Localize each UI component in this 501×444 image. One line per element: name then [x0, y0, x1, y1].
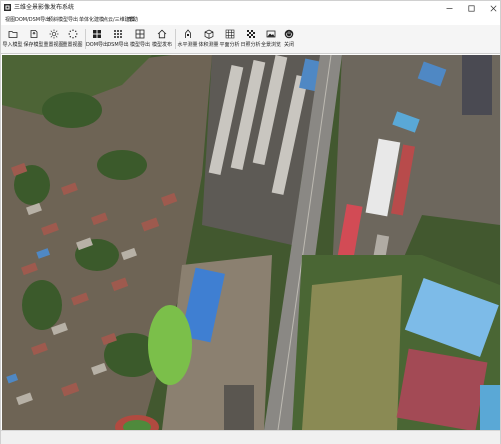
grid-icon [135, 29, 145, 39]
volume-measure-button[interactable]: 体积测量 [198, 27, 219, 52]
save-icon [30, 30, 37, 38]
tool-label: 全景浏览 [261, 42, 282, 48]
menu-dom-dsm-export[interactable]: DOM/DSM导出 [14, 16, 51, 24]
checker-icon [246, 30, 255, 38]
dots-grid-icon [114, 30, 122, 38]
ruler-icon [184, 29, 191, 38]
tool-label: 日照分析 [240, 42, 261, 48]
aerial-scene [2, 55, 500, 430]
tool-label: 重置视图 [62, 42, 83, 48]
dsm-export-button[interactable]: DSM导出 [107, 27, 129, 52]
model-publish-button[interactable]: 模型发布 [152, 27, 172, 52]
app-window: 三维全景影像发布系统 视图 DOM/DSM导出 倾斜模型导出 单体化建模 点云/… [0, 0, 501, 444]
maximize-icon [467, 4, 475, 12]
cube-icon [204, 29, 213, 39]
sun-icon [49, 29, 58, 39]
menu-bar: 视图 DOM/DSM导出 倾斜模型导出 单体化建模 点云/三维建模 帮助 [1, 15, 500, 25]
folder-icon [8, 31, 17, 38]
panorama-browse-button[interactable]: 全景浏览 [261, 27, 281, 52]
dom-export-button[interactable]: DOM导出 [85, 27, 109, 52]
close-tool-button[interactable]: 关闭 [281, 27, 297, 52]
minimize-button[interactable] [440, 1, 458, 15]
tool-label: 模型导出 [130, 42, 151, 48]
close-button[interactable] [484, 1, 501, 15]
status-bar [1, 430, 500, 444]
grid-icon [225, 29, 234, 39]
import-model-button[interactable]: 导入模型 [2, 27, 23, 52]
menu-help[interactable]: 帮助 [127, 16, 139, 24]
tool-label: 导入模型 [2, 42, 23, 48]
minimize-icon [446, 7, 452, 9]
panorama-icon [266, 30, 276, 38]
toolbar-separator [175, 29, 176, 49]
loading-icon [68, 29, 77, 39]
tool-label: DOM导出 [85, 42, 109, 48]
plane-analysis-button[interactable]: 平面分析 [219, 27, 240, 52]
tool-label: 水平测量 [177, 42, 198, 48]
toolbar: 导入模型 保存模型 重置视图 重置视图 DOM导出 DSM导出 模型导出 模型发… [1, 25, 500, 54]
tool-label: 平面分析 [219, 42, 240, 48]
menu-monomer-modeling[interactable]: 单体化建模 [78, 16, 105, 24]
tool-label: 重置视图 [43, 42, 64, 48]
map-viewport[interactable] [2, 55, 500, 430]
tool-label: 体积测量 [198, 42, 219, 48]
horizontal-measure-button[interactable]: 水平测量 [177, 27, 198, 52]
app-logo-icon [4, 4, 11, 11]
home-icon [157, 29, 167, 39]
sunlight-analysis-button[interactable]: 日照分析 [240, 27, 261, 52]
reset-view-button[interactable]: 重置视图 [43, 27, 64, 52]
title-bar: 三维全景影像发布系统 [1, 1, 500, 15]
tool-label: DSM导出 [107, 42, 129, 48]
menu-oblique-export[interactable]: 倾斜模型导出 [47, 16, 79, 24]
power-icon [284, 29, 294, 39]
grid-icon [93, 30, 101, 38]
close-icon [490, 5, 496, 11]
window-title: 三维全景影像发布系统 [14, 4, 75, 11]
maximize-button[interactable] [462, 1, 480, 15]
save-model-button[interactable]: 保存模型 [23, 27, 44, 52]
model-export-button[interactable]: 模型导出 [130, 27, 150, 52]
tool-label: 模型发布 [152, 42, 173, 48]
tool-label: 保存模型 [23, 42, 44, 48]
tool-label: 关闭 [283, 42, 294, 48]
reset-view-2-button[interactable]: 重置视图 [62, 27, 83, 52]
